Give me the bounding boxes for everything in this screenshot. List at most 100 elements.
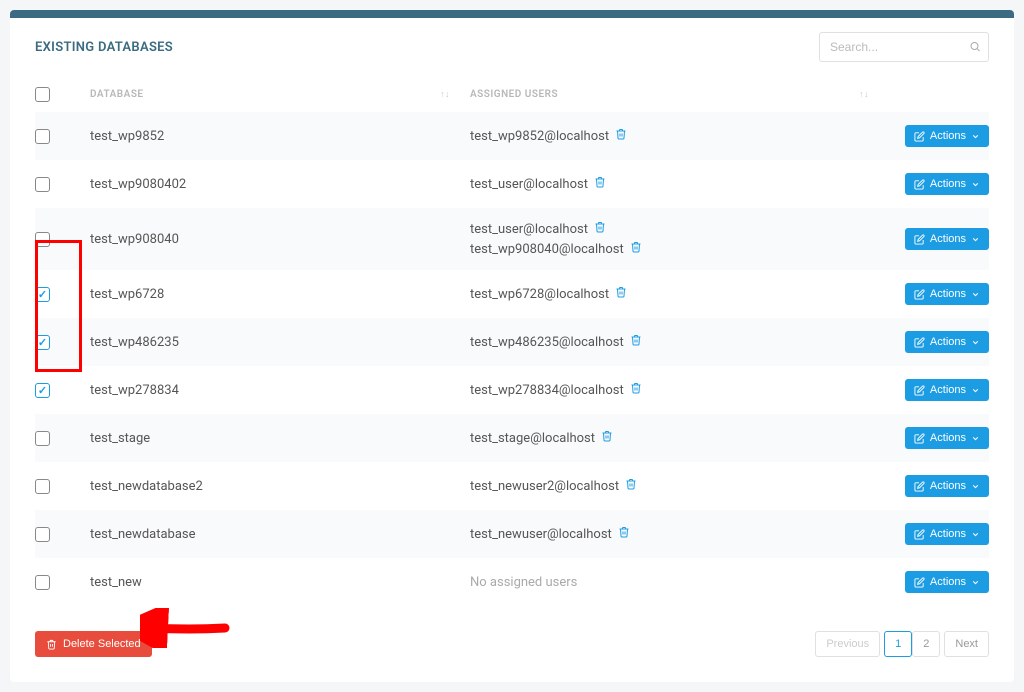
assigned-user: test_stage@localhost [470, 430, 613, 446]
database-name: test_wp6728 [90, 287, 164, 302]
delete-selected-button[interactable]: Delete Selected [35, 631, 152, 657]
search-icon [969, 38, 981, 57]
actions-button[interactable]: Actions [905, 571, 989, 593]
assigned-user: test_wp486235@localhost [470, 334, 642, 350]
databases-table: DATABASE ↑↓ ASSIGNED USERS ↑↓ test_wp985… [10, 67, 1014, 606]
actions-label: Actions [930, 576, 966, 588]
actions-button[interactable]: Actions [905, 523, 989, 545]
actions-button[interactable]: Actions [905, 125, 989, 147]
search-input[interactable] [819, 32, 989, 62]
delete-selected-label: Delete Selected [63, 638, 141, 650]
actions-label: Actions [930, 178, 966, 190]
column-header-database[interactable]: DATABASE [90, 89, 144, 100]
pagination-page[interactable]: 1 [884, 631, 912, 657]
annotation-arrow [140, 608, 230, 648]
database-name: test_newdatabase [90, 527, 196, 542]
trash-icon[interactable] [618, 526, 630, 542]
actions-button[interactable]: Actions [905, 379, 989, 401]
trash-icon[interactable] [630, 241, 642, 257]
assigned-user-name: test_user@localhost [470, 222, 588, 237]
trash-icon[interactable] [615, 286, 627, 302]
assigned-user-name: test_wp9852@localhost [470, 129, 609, 144]
row-checkbox[interactable] [35, 232, 50, 247]
table-row: test_stage test_stage@localhost Actions [35, 414, 989, 462]
trash-icon[interactable] [630, 382, 642, 398]
table-footer: Delete Selected Previous 12 Next [10, 606, 1014, 682]
actions-label: Actions [930, 528, 966, 540]
panel-accent-bar [10, 10, 1014, 18]
assigned-user-name: test_stage@localhost [470, 431, 595, 446]
trash-icon[interactable] [625, 478, 637, 494]
assigned-user: test_wp278834@localhost [470, 382, 642, 398]
assigned-user: test_wp908040@localhost [470, 241, 642, 257]
table-row: test_wp278834 test_wp278834@localhost Acti… [35, 366, 989, 414]
table-header-row: DATABASE ↑↓ ASSIGNED USERS ↑↓ [35, 77, 989, 112]
assigned-user-name: test_wp908040@localhost [470, 242, 624, 257]
sort-icon[interactable]: ↑↓ [859, 89, 889, 100]
row-checkbox[interactable] [35, 177, 50, 192]
pagination-prev[interactable]: Previous [815, 631, 880, 657]
actions-button[interactable]: Actions [905, 228, 989, 250]
assigned-user: test_wp9852@localhost [470, 128, 627, 144]
assigned-user-name: test_newuser2@localhost [470, 479, 619, 494]
actions-button[interactable]: Actions [905, 475, 989, 497]
trash-icon[interactable] [615, 128, 627, 144]
search-wrap [819, 32, 989, 62]
panel-header: EXISTING DATABASES [10, 18, 1014, 67]
actions-button[interactable]: Actions [905, 427, 989, 449]
row-checkbox[interactable] [35, 575, 50, 590]
actions-label: Actions [930, 384, 966, 396]
table-row: test_newNo assigned usersActions [35, 558, 989, 606]
row-checkbox[interactable] [35, 129, 50, 144]
trash-icon[interactable] [594, 176, 606, 192]
assigned-user: test_wp6728@localhost [470, 286, 627, 302]
assigned-user-name: test_wp486235@localhost [470, 335, 624, 350]
page-title: EXISTING DATABASES [35, 40, 173, 55]
table-row: test_wp9852 test_wp9852@localhost Actions [35, 112, 989, 160]
table-row: test_wp908040 test_user@localhost test_wp9… [35, 208, 989, 270]
table-body: test_wp9852test_wp9852@localhostActionst… [35, 112, 989, 606]
assigned-user-name: test_user@localhost [470, 177, 588, 192]
table-row: test_wp6728 test_wp6728@localhost Actions [35, 270, 989, 318]
table-row: test_wp486235 test_wp486235@localhost Acti… [35, 318, 989, 366]
actions-button[interactable]: Actions [905, 331, 989, 353]
row-checkbox[interactable] [35, 287, 50, 302]
database-name: test_wp486235 [90, 335, 179, 350]
pagination-page[interactable]: 2 [912, 631, 940, 657]
sort-icon[interactable]: ↑↓ [440, 89, 470, 100]
actions-label: Actions [930, 233, 966, 245]
database-name: test_wp908040 [90, 232, 179, 247]
table-row: test_newdatabase test_newuser@localhost Ac… [35, 510, 989, 558]
table-row: test_newdatabase2 test_newuser2@localhost… [35, 462, 989, 510]
actions-label: Actions [930, 288, 966, 300]
assigned-user: test_newuser2@localhost [470, 478, 637, 494]
table-row: test_wp9080402 test_user@localhost Actions [35, 160, 989, 208]
trash-icon[interactable] [601, 430, 613, 446]
row-checkbox[interactable] [35, 335, 50, 350]
pagination-next[interactable]: Next [944, 631, 989, 657]
database-name: test_newdatabase2 [90, 479, 203, 494]
actions-label: Actions [930, 480, 966, 492]
actions-label: Actions [930, 130, 966, 142]
column-header-users[interactable]: ASSIGNED USERS [470, 89, 558, 100]
actions-button[interactable]: Actions [905, 173, 989, 195]
select-all-checkbox[interactable] [35, 87, 50, 102]
assigned-user: test_newuser@localhost [470, 526, 630, 542]
row-checkbox[interactable] [35, 479, 50, 494]
trash-icon[interactable] [594, 221, 606, 237]
no-assigned-users: No assigned users [470, 575, 577, 590]
database-name: test_stage [90, 431, 150, 446]
row-checkbox[interactable] [35, 383, 50, 398]
database-name: test_wp9080402 [90, 177, 186, 192]
assigned-user-name: test_wp278834@localhost [470, 383, 624, 398]
row-checkbox[interactable] [35, 431, 50, 446]
databases-panel: EXISTING DATABASES DATABASE ↑↓ ASSIGNED … [10, 10, 1014, 682]
trash-icon[interactable] [630, 334, 642, 350]
actions-button[interactable]: Actions [905, 283, 989, 305]
database-name: test_wp278834 [90, 383, 179, 398]
assigned-user-name: test_wp6728@localhost [470, 287, 609, 302]
row-checkbox[interactable] [35, 527, 50, 542]
assigned-user-name: test_newuser@localhost [470, 527, 612, 542]
actions-label: Actions [930, 432, 966, 444]
database-name: test_wp9852 [90, 129, 164, 144]
